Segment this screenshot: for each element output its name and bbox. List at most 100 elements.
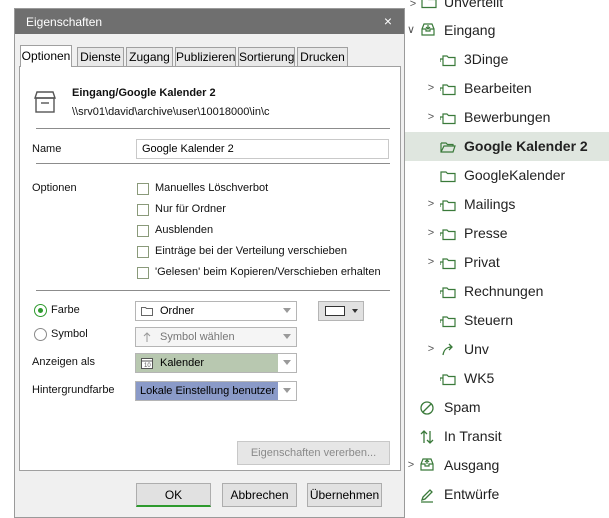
folder-tree: > Unverteilt ∨ Eingang 3Dinge > Bearbeit… — [405, 0, 609, 518]
checkbox-ausblenden-label[interactable]: Ausblenden — [155, 224, 213, 236]
tree-item-unv[interactable]: > Unv — [405, 335, 609, 364]
name-input-value: Google Kalender 2 — [142, 143, 234, 155]
folder-path: \\srv01\david\archive\user\10018000\in\c — [72, 106, 270, 118]
checkbox-ausblenden[interactable] — [137, 225, 149, 237]
tree-item-label: Unverteilt — [444, 0, 504, 10]
tree-item-entwuerfe[interactable]: Entwürfe — [405, 480, 609, 509]
chevron-right-icon[interactable]: > — [425, 227, 437, 239]
tab-sortierung[interactable]: Sortierung — [238, 47, 295, 66]
tree-item-label: Eingang — [444, 22, 496, 38]
tree-item-3dinge[interactable]: 3Dinge — [405, 45, 609, 74]
folder-open-icon — [440, 142, 456, 153]
folder-link-icon — [440, 113, 456, 125]
tree-item-spam[interactable]: Spam — [405, 393, 609, 422]
radio-farbe[interactable] — [34, 304, 47, 317]
name-label: Name — [32, 143, 62, 155]
tree-item-label: Steuern — [464, 312, 514, 328]
tree-item-eingang[interactable]: ∨ Eingang — [405, 16, 609, 45]
tree-item-wk5[interactable]: WK5 — [405, 364, 609, 393]
color-picker-button[interactable] — [318, 301, 364, 321]
chevron-right-icon[interactable]: > — [425, 343, 437, 355]
folder-icon — [421, 0, 437, 9]
checkbox-verteilung[interactable] — [137, 246, 149, 258]
tree-item-label: Mailings — [464, 196, 516, 212]
tab-publizieren[interactable]: Publizieren — [175, 47, 236, 66]
tab-zugang[interactable]: Zugang — [126, 47, 173, 66]
name-input[interactable]: Google Kalender 2 — [136, 139, 389, 159]
chevron-down-icon — [283, 308, 291, 313]
tree-item-privat[interactable]: > Privat — [405, 248, 609, 277]
dialog-titlebar[interactable]: Eigenschaften × — [15, 9, 404, 34]
cancel-button[interactable]: Abbrechen — [222, 483, 297, 507]
checkbox-loeschverbot-label[interactable]: Manuelles Löschverbot — [155, 182, 268, 194]
tab-drucken[interactable]: Drucken — [297, 47, 348, 66]
farbe-combo-value: Ordner — [160, 305, 195, 317]
tree-item-in-transit[interactable]: In Transit — [405, 422, 609, 451]
tab-dienste[interactable]: Dienste — [77, 47, 124, 66]
chevron-right-icon[interactable]: > — [425, 198, 437, 210]
tree-item-label: Ausgang — [444, 457, 500, 473]
checkbox-nur-fuer-ordner[interactable] — [137, 204, 149, 216]
radio-symbol-label[interactable]: Symbol — [51, 328, 88, 340]
symbol-combo[interactable]: Symbol wählen — [135, 327, 297, 347]
tree-item-ausgang[interactable]: > Ausgang — [405, 451, 609, 480]
tree-item-google-kalender-2[interactable]: Google Kalender 2 — [405, 132, 609, 161]
symbol-combo-value: Symbol wählen — [160, 331, 235, 343]
farbe-combo[interactable]: Ordner — [135, 301, 297, 321]
anzeigen-als-label: Anzeigen als — [32, 356, 95, 368]
tree-item-googlekalender[interactable]: GoogleKalender — [405, 161, 609, 190]
tree-item-label: Google Kalender 2 — [464, 138, 588, 154]
folder-link-icon — [440, 374, 456, 386]
tree-item-presse[interactable]: > Presse — [405, 219, 609, 248]
tree-item-bewerbungen[interactable]: > Bewerbungen — [405, 103, 609, 132]
spam-icon — [420, 401, 434, 415]
transit-icon — [420, 430, 434, 444]
folder-link-icon — [440, 258, 456, 270]
svg-text:10: 10 — [144, 363, 151, 369]
checkbox-gelesen-label[interactable]: 'Gelesen' beim Kopieren/Verschieben erha… — [155, 266, 381, 278]
divider — [36, 163, 390, 164]
chevron-down-icon[interactable]: ∨ — [405, 24, 417, 36]
ok-button[interactable]: OK — [136, 483, 211, 507]
close-icon[interactable]: × — [384, 13, 392, 29]
chevron-right-icon[interactable]: > — [425, 82, 437, 94]
radio-farbe-label[interactable]: Farbe — [51, 304, 80, 316]
tree-item-steuern[interactable]: Steuern — [405, 306, 609, 335]
tree-item-rechnungen[interactable]: Rechnungen — [405, 277, 609, 306]
caret-down-icon — [352, 309, 358, 313]
tree-item-label: Rechnungen — [464, 283, 544, 299]
redirect-icon — [442, 343, 453, 356]
eigenschaften-vererben-button[interactable]: Eigenschaften vererben... — [237, 441, 390, 465]
folder-link-icon — [440, 229, 456, 241]
checkbox-verteilung-label[interactable]: Einträge bei der Verteilung verschieben — [155, 245, 347, 257]
tab-optionen[interactable]: Optionen — [20, 45, 72, 67]
tree-item-label: Presse — [464, 225, 508, 241]
hintergrundfarbe-combo[interactable]: Lokale Einstellung benutzer — [135, 381, 297, 401]
checkbox-nur-fuer-ordner-label[interactable]: Nur für Ordner — [155, 203, 226, 215]
chevron-right-icon[interactable]: > — [407, 0, 419, 10]
chevron-right-icon[interactable]: > — [425, 256, 437, 268]
tree-item-unverteilt[interactable]: > Unverteilt — [405, 0, 609, 17]
radio-symbol[interactable] — [34, 328, 47, 341]
apply-button[interactable]: Übernehmen — [307, 483, 382, 507]
chevron-right-icon[interactable]: > — [405, 459, 417, 471]
hintergrundfarbe-label: Hintergrundfarbe — [32, 384, 115, 396]
tree-item-label: Spam — [444, 399, 481, 415]
properties-dialog: Eigenschaften × Optionen Dienste Zugang … — [14, 8, 405, 518]
tree-item-mailings[interactable]: > Mailings — [405, 190, 609, 219]
checkbox-loeschverbot[interactable] — [137, 183, 149, 195]
anzeigen-als-combo[interactable]: 10 Kalender — [135, 353, 297, 373]
archive-box-icon — [34, 91, 56, 113]
tree-item-bearbeiten[interactable]: > Bearbeiten — [405, 74, 609, 103]
chevron-right-icon[interactable]: > — [425, 111, 437, 123]
checkbox-gelesen[interactable] — [137, 267, 149, 279]
chevron-down-icon — [283, 334, 291, 339]
anzeigen-als-value: Kalender — [160, 357, 205, 369]
combo-highlight — [136, 354, 278, 372]
tree-item-label: Unv — [464, 341, 489, 357]
inbox-icon — [421, 23, 435, 36]
tree-item-label: GoogleKalender — [464, 167, 566, 183]
tree-item-label: WK5 — [464, 370, 495, 386]
folder-link-icon — [440, 287, 456, 299]
folder-icon — [141, 307, 153, 316]
